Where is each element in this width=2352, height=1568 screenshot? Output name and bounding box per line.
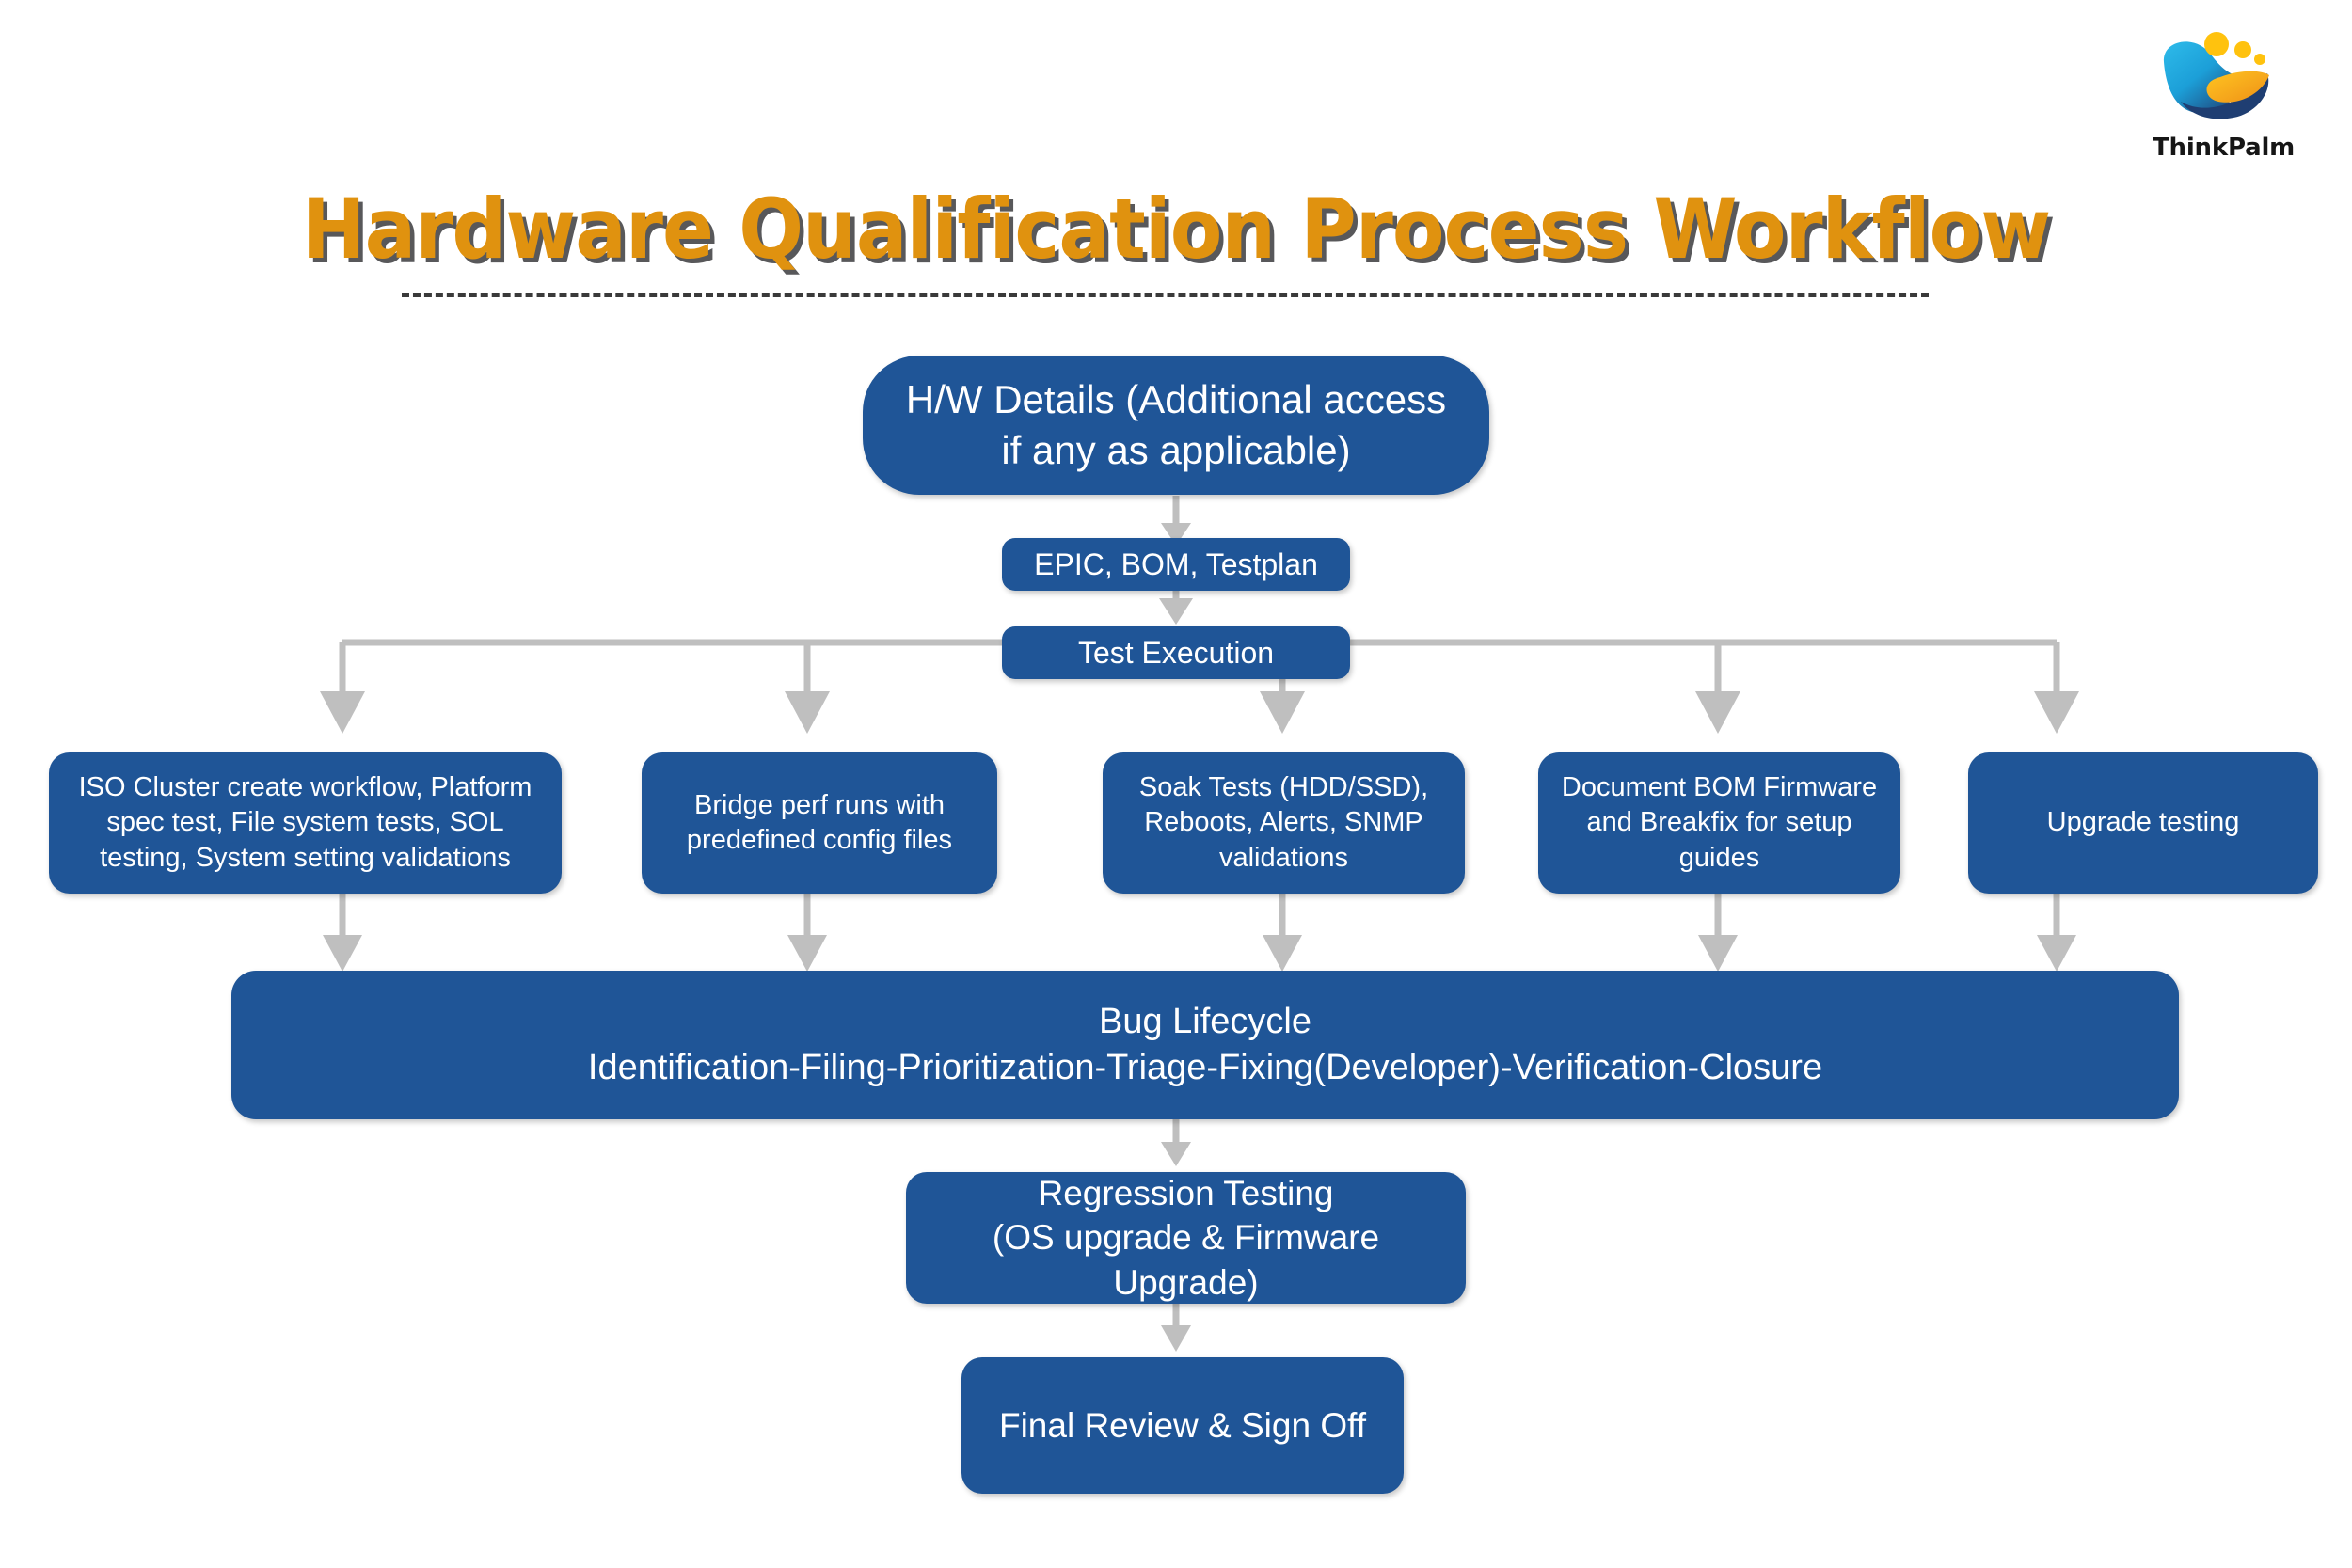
logo-dot-medium	[2234, 41, 2251, 58]
node-bug-lifecycle[interactable]: Bug Lifecycle Identification-Filing-Prio…	[231, 971, 2179, 1119]
thinkpalm-logo-mark	[2163, 32, 2269, 119]
node-test-execution[interactable]: Test Execution	[1002, 626, 1350, 679]
node-branch-soak-tests[interactable]: Soak Tests (HDD/SSD), Reboots, Alerts, S…	[1103, 752, 1465, 894]
node-bug-lifecycle-title: Bug Lifecycle	[1098, 1002, 1311, 1042]
node-branch-upgrade-testing-label: Upgrade testing	[2046, 807, 2240, 838]
node-branch-iso-cluster[interactable]: ISO Cluster create workflow, Platform sp…	[49, 752, 562, 894]
node-regression-testing[interactable]: Regression Testing (OS upgrade & Firmwar…	[906, 1172, 1466, 1304]
node-epic-bom-testplan[interactable]: EPIC, BOM, Testplan	[1002, 538, 1350, 591]
arrowhead-bug-regression	[1161, 1142, 1191, 1166]
diagram-canvas: ThinkPalm Hardware Qualification Process…	[0, 0, 2352, 1568]
node-regression-testing-label: Regression Testing (OS upgrade & Firmwar…	[992, 1173, 1380, 1302]
arrowhead-branch5-bug	[2037, 935, 2076, 972]
node-branch-upgrade-testing[interactable]: Upgrade testing	[1968, 752, 2318, 894]
node-branch-document-bom-label: Document BOM Firmware and Breakfix for s…	[1561, 772, 1878, 873]
node-branch-bridge-perf[interactable]: Bridge perf runs with predefined config …	[642, 752, 997, 894]
arrowhead-branch-2	[785, 691, 830, 734]
node-hw-details[interactable]: H/W Details (Additional access if any as…	[863, 356, 1489, 495]
arrowhead-branch1-bug	[323, 935, 362, 972]
node-test-execution-label: Test Execution	[1077, 635, 1275, 670]
page-title: Hardware Qualification Process Workflow	[301, 181, 2051, 277]
title-divider	[402, 293, 1929, 297]
node-branch-soak-tests-label: Soak Tests (HDD/SSD), Reboots, Alerts, S…	[1138, 772, 1429, 873]
node-branch-bridge-perf-label: Bridge perf runs with predefined config …	[686, 789, 953, 855]
arrowhead-branch-5	[2034, 691, 2079, 734]
node-final-review-label: Final Review & Sign Off	[998, 1405, 1367, 1445]
logo-dot-large	[2204, 32, 2229, 56]
arrowhead-regression-final	[1161, 1325, 1191, 1352]
node-hw-details-label: H/W Details (Additional access if any as…	[905, 377, 1447, 472]
arrowhead-branch2-bug	[787, 935, 827, 972]
node-epic-bom-testplan-label: EPIC, BOM, Testplan	[1034, 546, 1318, 581]
logo-dot-small	[2254, 54, 2265, 65]
thinkpalm-wordmark: ThinkPalm	[2153, 134, 2296, 162]
thinkpalm-logo: ThinkPalm	[2153, 28, 2296, 179]
node-bug-lifecycle-detail: Identification-Filing-Prioritization-Tri…	[587, 1048, 1823, 1087]
arrowhead-branch-1	[320, 691, 365, 734]
arrowhead-branch-4	[1695, 691, 1740, 734]
arrowhead-branch3-bug	[1263, 935, 1302, 972]
node-branch-document-bom[interactable]: Document BOM Firmware and Breakfix for s…	[1538, 752, 1900, 894]
arrowhead-branch-3	[1260, 691, 1305, 734]
node-final-review[interactable]: Final Review & Sign Off	[961, 1357, 1404, 1494]
arrowhead-branch4-bug	[1698, 935, 1738, 972]
arrowhead-epic-to-test	[1159, 598, 1193, 625]
node-branch-iso-cluster-label: ISO Cluster create workflow, Platform sp…	[78, 772, 532, 873]
